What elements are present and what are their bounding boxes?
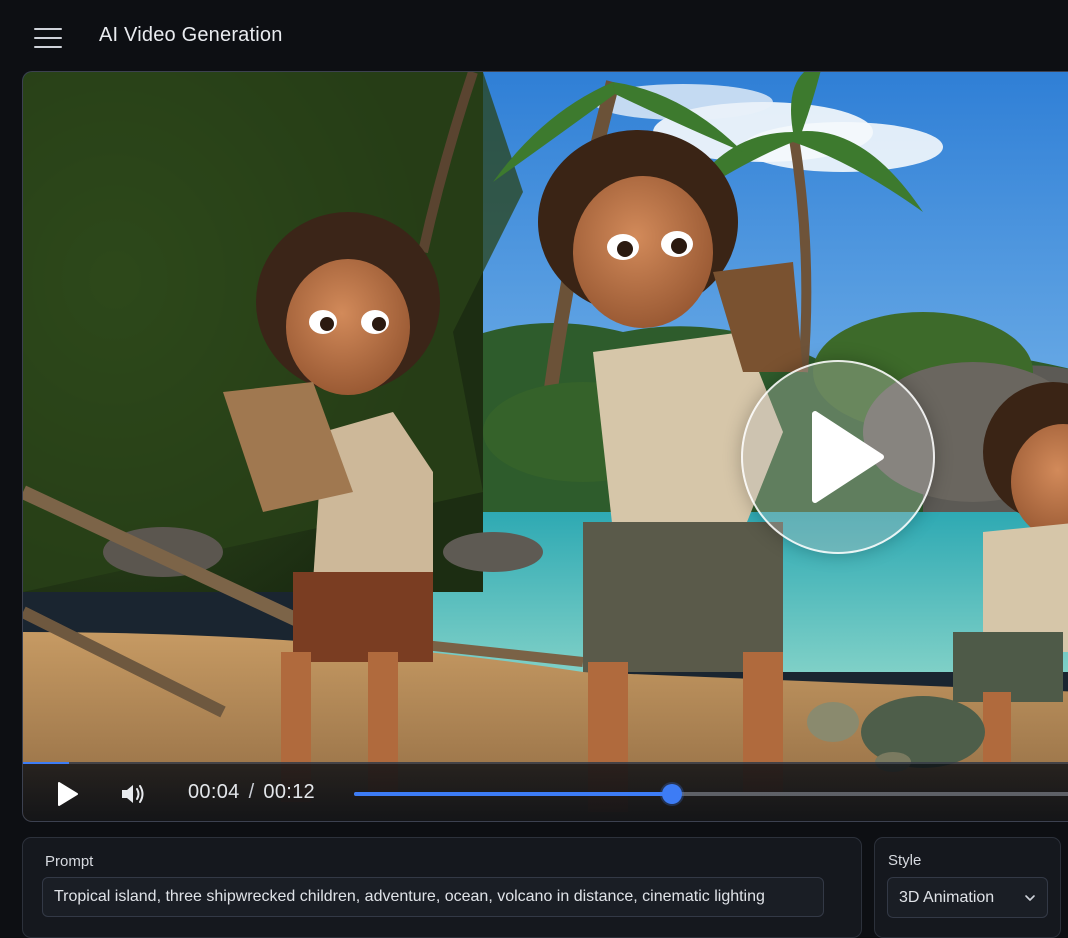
style-panel: Style 3D Animation: [874, 837, 1061, 938]
volume-button[interactable]: [119, 780, 147, 808]
play-icon: [812, 411, 884, 503]
style-label: Style: [888, 852, 922, 869]
time-display: 00:04 / 00:12: [188, 781, 315, 804]
seek-progress: [354, 792, 672, 796]
buffer-fill: [23, 762, 69, 764]
app-window: AI Video Generation 00:04 / 00:12 Prompt…: [0, 0, 1068, 938]
time-separator: /: [248, 781, 255, 803]
player-controls: 00:04 / 00:12: [23, 762, 1068, 821]
page-title: AI Video Generation: [99, 24, 283, 46]
style-dropdown[interactable]: 3D Animation: [887, 877, 1048, 918]
chevron-down-icon: [1025, 895, 1035, 901]
play-overlay-button[interactable]: [741, 360, 935, 554]
prompt-label: Prompt: [45, 853, 94, 870]
video-player[interactable]: 00:04 / 00:12: [22, 71, 1068, 822]
style-selected-value: 3D Animation: [899, 889, 995, 906]
header: AI Video Generation: [0, 0, 1068, 72]
prompt-input[interactable]: Tropical island, three shipwrecked child…: [42, 877, 824, 917]
hamburger-menu-icon[interactable]: [30, 22, 66, 54]
volume-icon: [122, 785, 144, 803]
play-icon: [58, 782, 78, 806]
seek-bar[interactable]: [354, 784, 1068, 804]
prompt-panel: Prompt Tropical island, three shipwrecke…: [22, 837, 862, 938]
buffer-line: [23, 762, 1068, 764]
current-time: 00:04: [188, 781, 240, 803]
duration: 00:12: [263, 781, 315, 803]
seek-handle[interactable]: [662, 784, 682, 804]
play-button[interactable]: [53, 780, 81, 808]
